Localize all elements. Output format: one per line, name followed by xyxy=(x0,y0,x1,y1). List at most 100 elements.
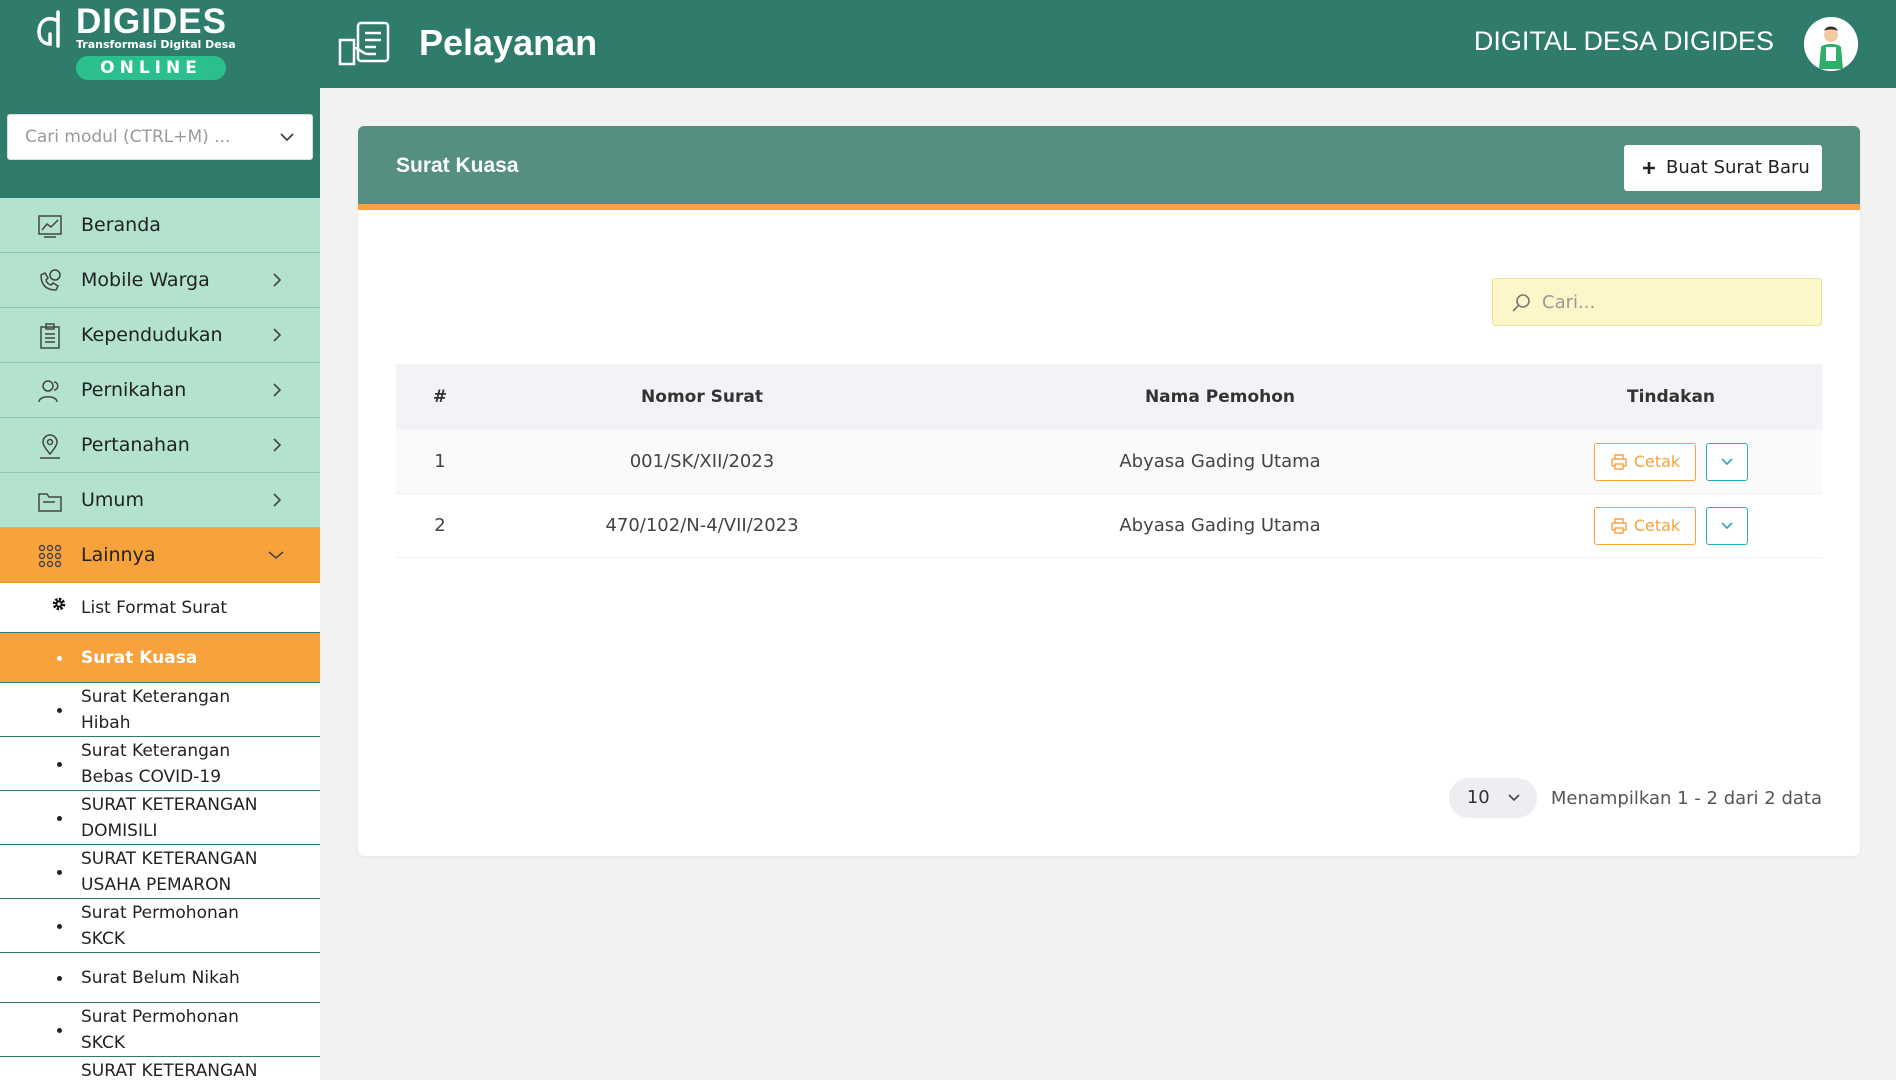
chevron-down-icon xyxy=(1508,794,1520,802)
table-search xyxy=(1492,278,1822,326)
column-header-nomor-surat[interactable]: Nomor Surat xyxy=(484,364,920,430)
row-number: 2 xyxy=(434,515,446,536)
card-header: Surat Kuasa Buat Surat Baru xyxy=(358,126,1860,210)
bullet-icon xyxy=(57,976,62,981)
submenu-item-list-format-surat[interactable]: List Format Surat xyxy=(0,583,320,633)
column-header-number[interactable]: # xyxy=(396,364,484,430)
sidebar-item-beranda[interactable]: Beranda xyxy=(0,198,320,253)
print-label: Cetak xyxy=(1633,452,1681,471)
bullet-icon xyxy=(57,762,62,767)
chevron-down-icon xyxy=(268,551,284,560)
brand-tagline: Transformasi Digital Desa xyxy=(76,38,236,51)
sidebar-item-label: Umum xyxy=(81,489,144,511)
submenu-item-label: Surat Permohonan SKCK xyxy=(81,903,239,949)
print-button[interactable]: Cetak xyxy=(1594,442,1696,481)
phone-icon xyxy=(40,269,61,291)
new-letter-label: Buat Surat Baru xyxy=(1666,157,1810,178)
actions-cell: Cetak xyxy=(1520,494,1822,557)
clipboard-icon xyxy=(40,323,60,349)
submenu-item-surat-keterangan[interactable]: SURAT KETERANGAN xyxy=(0,1057,320,1080)
submenu-item-label: Surat Belum Nikah xyxy=(81,968,240,988)
module-search-placeholder: Cari modul (CTRL+M) ... xyxy=(25,127,231,147)
sidebar-item-label: Lainnya xyxy=(81,544,156,566)
avatar-figure-icon xyxy=(1804,17,1858,71)
grid-icon xyxy=(38,544,62,568)
search-input[interactable] xyxy=(1542,279,1812,325)
page-title: Pelayanan xyxy=(419,22,598,63)
brand-name: DIGIDES xyxy=(76,2,227,41)
row-actions-dropdown[interactable] xyxy=(1706,506,1748,545)
submenu-item-surat-keterangan-usaha[interactable]: SURAT KETERANGAN USAHA PEMARON xyxy=(0,845,320,899)
print-label: Cetak xyxy=(1633,516,1681,535)
app-logo[interactable]: DIGIDES Transformasi Digital Desa ONLINE xyxy=(0,0,320,88)
per-page-select[interactable]: 10 xyxy=(1448,778,1537,818)
chevron-down-icon xyxy=(280,133,294,142)
sidebar-item-lainnya[interactable]: Lainnya xyxy=(0,528,320,583)
column-header-nama-pemohon[interactable]: Nama Pemohon xyxy=(920,364,1520,430)
column-header-tindakan: Tindakan xyxy=(1626,387,1716,407)
submenu-item-label: SURAT KETERANGAN xyxy=(81,1061,258,1080)
row-number: 1 xyxy=(434,451,446,472)
new-letter-button[interactable]: Buat Surat Baru xyxy=(1624,145,1822,191)
table-row: 2 470/102/N-4/VII/2023 Abyasa Gading Uta… xyxy=(396,494,1822,558)
sidebar-item-label: Pertanahan xyxy=(81,434,190,456)
submenu-item-surat-kuasa[interactable]: Surat Kuasa xyxy=(0,633,320,683)
nomor-surat-cell: 470/102/N-4/VII/2023 xyxy=(605,515,799,536)
sidebar-item-kependudukan[interactable]: Kependudukan xyxy=(0,308,320,363)
sidebar: Cari modul (CTRL+M) ... Beranda Mobile W… xyxy=(0,88,320,1080)
submenu-item-surat-keterangan-bebas-covid[interactable]: Surat Keterangan Bebas COVID-19 xyxy=(0,737,320,791)
bullet-icon xyxy=(57,1028,62,1033)
nomor-surat-cell: 001/SK/XII/2023 xyxy=(629,451,775,472)
printer-icon xyxy=(1611,517,1627,534)
submenu-item-label: List Format Surat xyxy=(81,598,228,618)
users-icon xyxy=(38,380,59,403)
table-header-row: # Nomor Surat Nama Pemohon Tindakan xyxy=(396,364,1822,430)
sidebar-item-mobile-warga[interactable]: Mobile Warga xyxy=(0,253,320,308)
sidebar-item-label: Pernikahan xyxy=(81,379,187,401)
submenu-item-label: SURAT KETERANGAN USAHA PEMARON xyxy=(81,849,258,895)
surat-kuasa-card: Surat Kuasa Buat Surat Baru # Nomor Sura… xyxy=(358,126,1860,856)
org-name: DIGITAL DESA DIGIDES xyxy=(1473,26,1774,56)
print-button[interactable]: Cetak xyxy=(1594,506,1696,545)
chevron-right-icon xyxy=(273,383,282,397)
top-header: DIGIDES Transformasi Digital Desa ONLINE… xyxy=(0,0,1896,88)
submenu-item-surat-permohonan-skck[interactable]: Surat Permohonan SKCK xyxy=(0,899,320,953)
sidebar-item-pertanahan[interactable]: Pertanahan xyxy=(0,418,320,473)
folder-icon xyxy=(38,493,62,512)
user-avatar[interactable] xyxy=(1804,17,1858,71)
surat-table: # Nomor Surat Nama Pemohon Tindakan 1 00… xyxy=(396,364,1822,558)
submenu-item-surat-keterangan-hibah[interactable]: Surat Keterangan Hibah xyxy=(0,683,320,737)
row-actions-dropdown[interactable] xyxy=(1706,442,1748,481)
submenu-item-label: SURAT KETERANGAN DOMISILI xyxy=(81,795,258,841)
submenu-item-label: Surat Permohonan SKCK xyxy=(81,1007,239,1053)
map-pin-icon xyxy=(40,434,60,459)
actions-cell: Cetak xyxy=(1520,430,1822,493)
sidebar-item-pernikahan[interactable]: Pernikahan xyxy=(0,363,320,418)
chevron-right-icon xyxy=(273,438,282,452)
submenu-item-label: Surat Keterangan Hibah xyxy=(81,687,231,733)
nama-pemohon-cell: Abyasa Gading Utama xyxy=(1119,515,1321,536)
submenu-item-surat-keterangan-domisili[interactable]: SURAT KETERANGAN DOMISILI xyxy=(0,791,320,845)
submenu-item-label: Surat Kuasa xyxy=(81,648,198,668)
chevron-right-icon xyxy=(273,328,282,342)
submenu-item-surat-permohonan-skck-2[interactable]: Surat Permohonan SKCK xyxy=(0,1003,320,1057)
submenu-item-surat-belum-nikah[interactable]: Surat Belum Nikah xyxy=(0,953,320,1003)
chevron-right-icon xyxy=(273,493,282,507)
card-title: Surat Kuasa xyxy=(396,154,519,177)
bullet-icon xyxy=(57,924,62,929)
sidebar-item-umum[interactable]: Umum xyxy=(0,473,320,528)
chevron-down-icon xyxy=(1721,521,1733,529)
table-row: 1 001/SK/XII/2023 Abyasa Gading Utama Ce… xyxy=(396,430,1822,494)
sidebar-item-label: Mobile Warga xyxy=(81,269,210,291)
gear-icon xyxy=(52,597,66,611)
module-search-wrapper: Cari modul (CTRL+M) ... xyxy=(0,88,320,198)
search-icon xyxy=(1512,294,1530,312)
chevron-right-icon xyxy=(273,273,282,287)
module-search-select[interactable]: Cari modul (CTRL+M) ... xyxy=(7,114,313,160)
plus-icon xyxy=(1643,162,1655,174)
online-badge: ONLINE xyxy=(76,56,226,80)
sidebar-item-label: Kependudukan xyxy=(81,324,223,346)
bullet-icon xyxy=(57,708,62,713)
pagination-info: Menampilkan 1 - 2 dari 2 data xyxy=(1550,787,1822,809)
bullet-icon xyxy=(57,870,62,875)
